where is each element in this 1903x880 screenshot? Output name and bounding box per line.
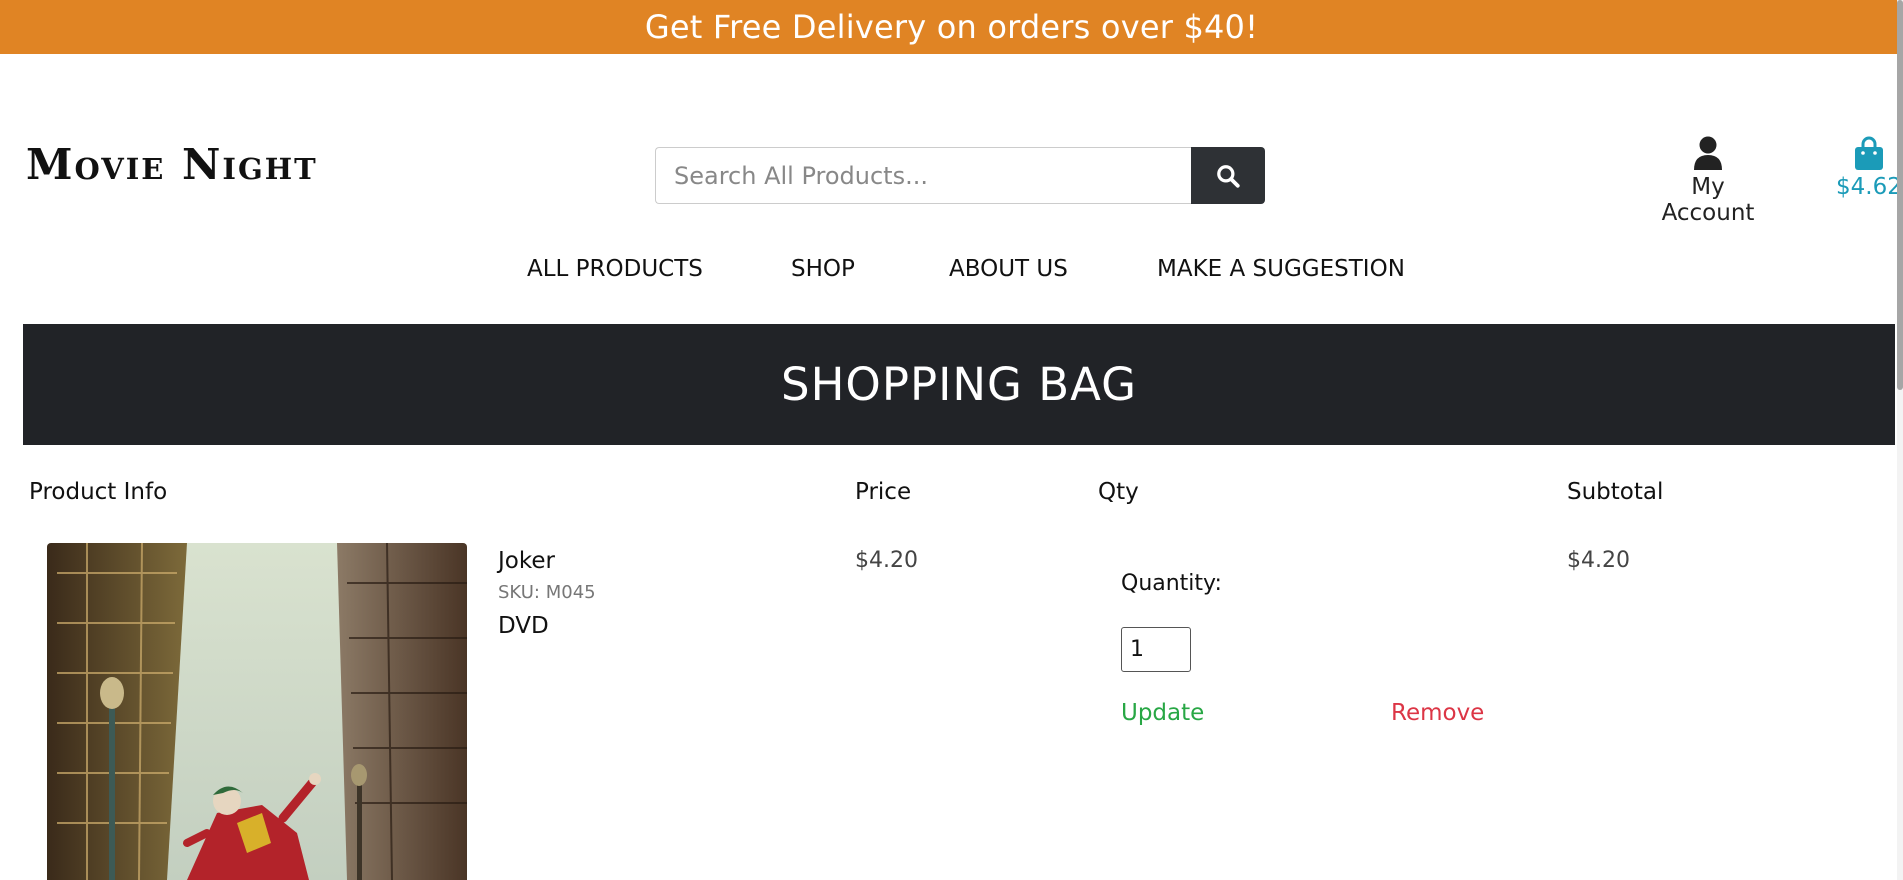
nav-about-us[interactable]: ABOUT US [949,256,1068,282]
quantity-label: Quantity: [1121,571,1222,596]
site-logo[interactable]: Movie Night [26,140,318,189]
product-image[interactable] [47,543,467,880]
column-header-product-info: Product Info [29,479,168,505]
shopping-bag-icon [1854,136,1883,170]
promo-banner: Get Free Delivery on orders over $40! [0,0,1903,54]
update-link[interactable]: Update [1121,700,1204,726]
bag-total: $4.62 [1836,174,1902,200]
shopping-bag-link[interactable]: $4.62 [1836,136,1902,200]
remove-link[interactable]: Remove [1391,700,1484,726]
nav-all-products[interactable]: ALL PRODUCTS [527,256,703,282]
search-icon [1217,164,1240,188]
search-form [655,147,1265,204]
search-button[interactable] [1191,147,1265,204]
page-header: SHOPPING BAG [23,324,1895,445]
product-name: Joker [498,548,555,574]
column-header-price: Price [855,479,912,505]
my-account-label: My Account [1661,174,1755,226]
product-sku: SKU: M045 [498,582,596,603]
search-input[interactable] [655,147,1191,204]
product-poster-image [47,543,467,880]
page-title: SHOPPING BAG [781,358,1137,411]
product-subtotal: $4.20 [1567,548,1630,573]
product-price: $4.20 [855,548,918,573]
column-header-subtotal: Subtotal [1567,479,1664,505]
nav-shop[interactable]: SHOP [791,256,855,282]
product-format: DVD [498,613,549,639]
column-header-qty: Qty [1098,479,1139,505]
my-account-link[interactable]: My Account [1646,136,1770,226]
scrollbar-thumb[interactable] [1897,0,1903,390]
main-nav: ALL PRODUCTS SHOP ABOUT US MAKE A SUGGES… [0,256,1903,288]
quantity-input[interactable] [1121,627,1191,672]
promo-text: Get Free Delivery on orders over $40! [644,8,1259,46]
nav-make-a-suggestion[interactable]: MAKE A SUGGESTION [1157,256,1405,282]
user-icon [1694,136,1722,170]
